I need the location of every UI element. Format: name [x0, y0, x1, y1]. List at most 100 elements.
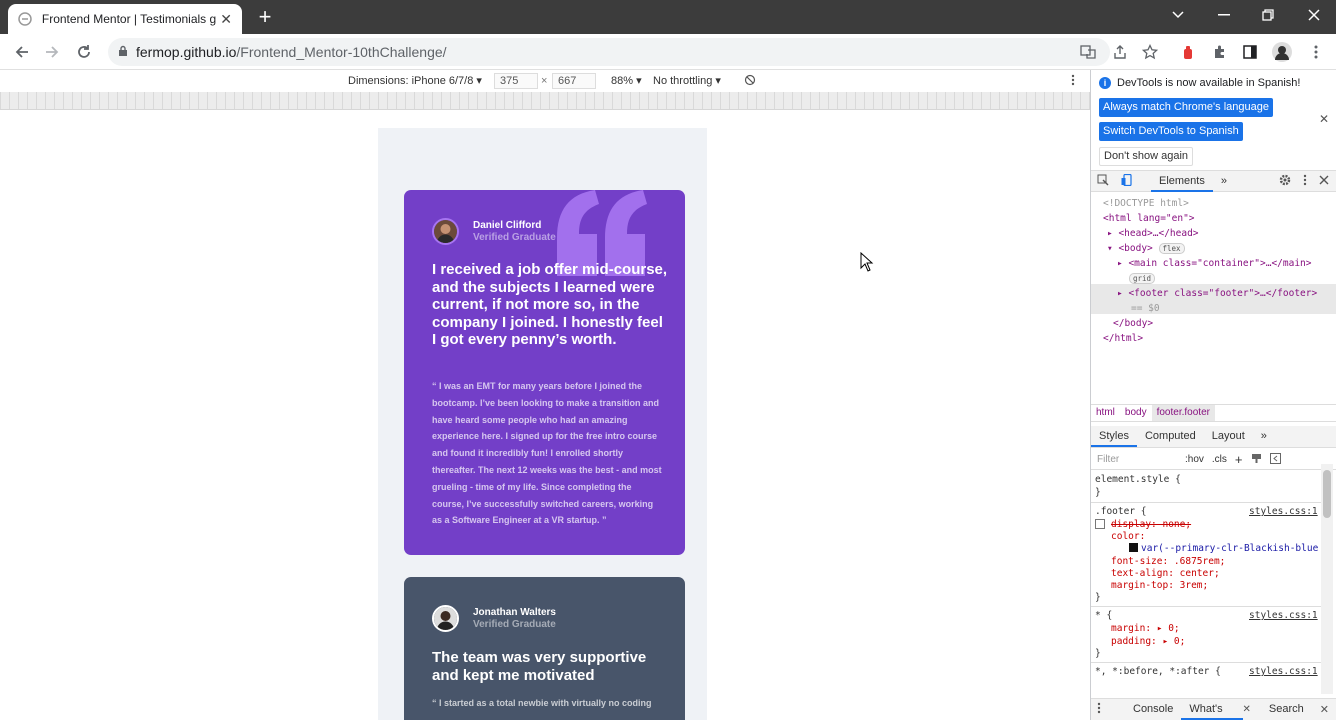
devtools-tabbar: Elements » — [1091, 170, 1336, 192]
styles-scrollbar[interactable] — [1321, 464, 1333, 694]
throttling-select[interactable]: No throttling ▾ — [653, 74, 721, 87]
dom-main[interactable]: ▸ <main class="container">…</main> — [1117, 256, 1311, 271]
css-font-size[interactable]: font-size: .6875rem; — [1111, 556, 1225, 568]
inspect-element-icon[interactable] — [1091, 174, 1115, 189]
dom-body-close[interactable]: </body> — [1113, 316, 1153, 331]
dom-head[interactable]: ▸ <head>…</head> — [1107, 226, 1199, 241]
close-window-icon[interactable] — [1292, 0, 1336, 30]
zoom-select[interactable]: 88% ▾ — [611, 74, 642, 87]
tab-styles[interactable]: Styles — [1091, 426, 1137, 447]
browser-tab[interactable]: Frontend Mentor | Testimonials g ✕ — [8, 4, 242, 34]
grid-badge[interactable]: grid — [1129, 273, 1156, 284]
footer-rule-selector[interactable]: .footer { — [1095, 506, 1146, 518]
dimension-separator: × — [541, 75, 548, 87]
reload-icon[interactable] — [74, 42, 94, 62]
tab-elements[interactable]: Elements — [1151, 171, 1213, 192]
extension-icon[interactable] — [1178, 42, 1198, 62]
settings-gear-icon[interactable] — [1273, 174, 1297, 189]
styles-filter-row: Filter :hov .cls + — [1091, 450, 1336, 470]
bookmark-star-icon[interactable] — [1140, 42, 1160, 62]
tab-computed[interactable]: Computed — [1137, 426, 1204, 447]
tab-layout[interactable]: Layout — [1204, 426, 1253, 447]
device-width-input[interactable]: 375 — [494, 73, 538, 89]
profile-avatar[interactable] — [1272, 42, 1292, 62]
share-icon[interactable] — [1110, 42, 1130, 62]
devtools-menu-icon[interactable] — [1297, 174, 1313, 189]
drawer-menu-icon[interactable] — [1091, 702, 1107, 717]
rotate-icon[interactable] — [744, 74, 756, 89]
browser-tabstrip: Frontend Mentor | Testimonials g ✕ + — [0, 0, 1336, 34]
infobar-close-icon[interactable]: ✕ — [1319, 112, 1329, 126]
css-text-align[interactable]: text-align: center; — [1111, 568, 1220, 580]
breadcrumb-footer[interactable]: footer.footer — [1151, 405, 1215, 421]
whats-new-close-icon[interactable]: ✕ — [1243, 704, 1251, 715]
more-style-tabs-icon[interactable]: » — [1253, 426, 1275, 447]
match-language-button[interactable]: Always match Chrome's language — [1099, 98, 1273, 117]
tab-console[interactable]: Console — [1125, 699, 1181, 720]
css-margin-top[interactable]: margin-top: 3rem; — [1111, 580, 1208, 592]
device-menu-icon[interactable] — [1071, 74, 1075, 89]
universal-rule-selector[interactable]: * { — [1095, 610, 1112, 622]
tab-search[interactable]: Search — [1261, 699, 1312, 720]
tab-whats-new[interactable]: What's New — [1181, 699, 1243, 720]
back-icon[interactable] — [12, 42, 32, 62]
restore-icon[interactable] — [1246, 0, 1290, 30]
breadcrumb-html[interactable]: html — [1091, 405, 1120, 421]
forward-icon[interactable] — [42, 42, 62, 62]
universal-rule-source-link[interactable]: styles.css:1 — [1249, 610, 1318, 622]
color-swatch[interactable] — [1129, 543, 1138, 556]
pseudo-rule-selector[interactable]: *, *:before, *:after { — [1095, 666, 1221, 678]
dom-doctype[interactable]: <!DOCTYPE html> — [1103, 196, 1189, 211]
display-checkbox[interactable] — [1095, 519, 1105, 533]
breadcrumb-body[interactable]: body — [1120, 405, 1152, 421]
cls-toggle[interactable]: .cls — [1208, 454, 1231, 465]
css-color-property[interactable]: color: — [1111, 531, 1145, 543]
author-status: Verified Graduate — [473, 618, 556, 630]
dom-body-open[interactable]: ▾ <body> flex — [1107, 241, 1185, 256]
css-display-declaration[interactable]: display: none; — [1111, 519, 1191, 531]
browser-menu-icon[interactable] — [1306, 42, 1326, 62]
devtools-close-icon[interactable] — [1313, 175, 1336, 188]
media-query-ruler — [0, 92, 1090, 110]
css-color-value[interactable]: var(--primary-clr-Blackish-blue — [1141, 543, 1318, 555]
favicon-icon — [18, 12, 32, 26]
pseudo-rule-source-link[interactable]: styles.css:1 — [1249, 666, 1318, 678]
page-viewport: Dimensions: iPhone 6/7/8 ▾ 375 × 667 88%… — [0, 70, 1090, 720]
breadcrumb: html body footer.footer — [1091, 404, 1336, 422]
side-panel-icon[interactable] — [1240, 42, 1260, 62]
flex-badge[interactable]: flex — [1158, 243, 1185, 254]
author-status: Verified Graduate — [473, 231, 556, 243]
device-height-input[interactable]: 667 — [552, 73, 596, 89]
dom-html-close[interactable]: </html> — [1103, 331, 1143, 346]
url-field[interactable]: fermop.github.io/Frontend_Mentor-10thCha… — [108, 38, 1110, 66]
device-toolbar-icon[interactable] — [1115, 173, 1139, 189]
dont-show-again-button[interactable]: Don't show again — [1099, 147, 1194, 166]
translate-icon[interactable] — [1078, 42, 1098, 62]
css-margin[interactable]: margin: ▸ 0; — [1111, 623, 1180, 635]
switch-spanish-button[interactable]: Switch DevTools to Spanish — [1099, 122, 1243, 141]
dom-footer[interactable]: ▸ <footer class="footer">…</footer> — [1117, 286, 1317, 301]
testimonial-headline: I received a job offer mid-course, and t… — [432, 261, 668, 348]
drawer-close-icon[interactable]: ✕ — [1312, 703, 1336, 716]
new-tab-icon[interactable]: + — [256, 6, 274, 28]
rule-close: } — [1095, 592, 1101, 603]
element-style-rule[interactable]: element.style { — [1095, 474, 1181, 486]
css-padding[interactable]: padding: ▸ 0; — [1111, 636, 1185, 648]
testimonial-body: “ I started as a total newbie with virtu… — [432, 698, 652, 708]
toggle-sidebar-icon[interactable] — [1266, 452, 1285, 467]
language-infobar: i DevTools is now available in Spanish! … — [1091, 70, 1336, 170]
footer-rule-source-link[interactable]: styles.css:1 — [1249, 506, 1318, 518]
minimize-icon[interactable] — [1202, 0, 1246, 30]
new-rule-button[interactable]: + — [1231, 452, 1247, 467]
more-tabs-icon[interactable]: » — [1213, 171, 1235, 192]
device-select[interactable]: Dimensions: iPhone 6/7/8 ▾ — [348, 74, 482, 87]
dom-html-open[interactable]: <html lang="en"> — [1103, 211, 1195, 226]
hov-toggle[interactable]: :hov — [1181, 454, 1208, 465]
styles-filter-input[interactable]: Filter — [1091, 454, 1181, 465]
puzzle-icon[interactable] — [1210, 42, 1230, 62]
tab-close-icon[interactable]: ✕ — [220, 12, 232, 26]
scrollbar-thumb[interactable] — [1323, 470, 1331, 518]
paint-brush-icon[interactable] — [1247, 453, 1266, 467]
tab-search-icon[interactable] — [1156, 0, 1200, 30]
tab-title: Frontend Mentor | Testimonials g — [41, 12, 217, 26]
